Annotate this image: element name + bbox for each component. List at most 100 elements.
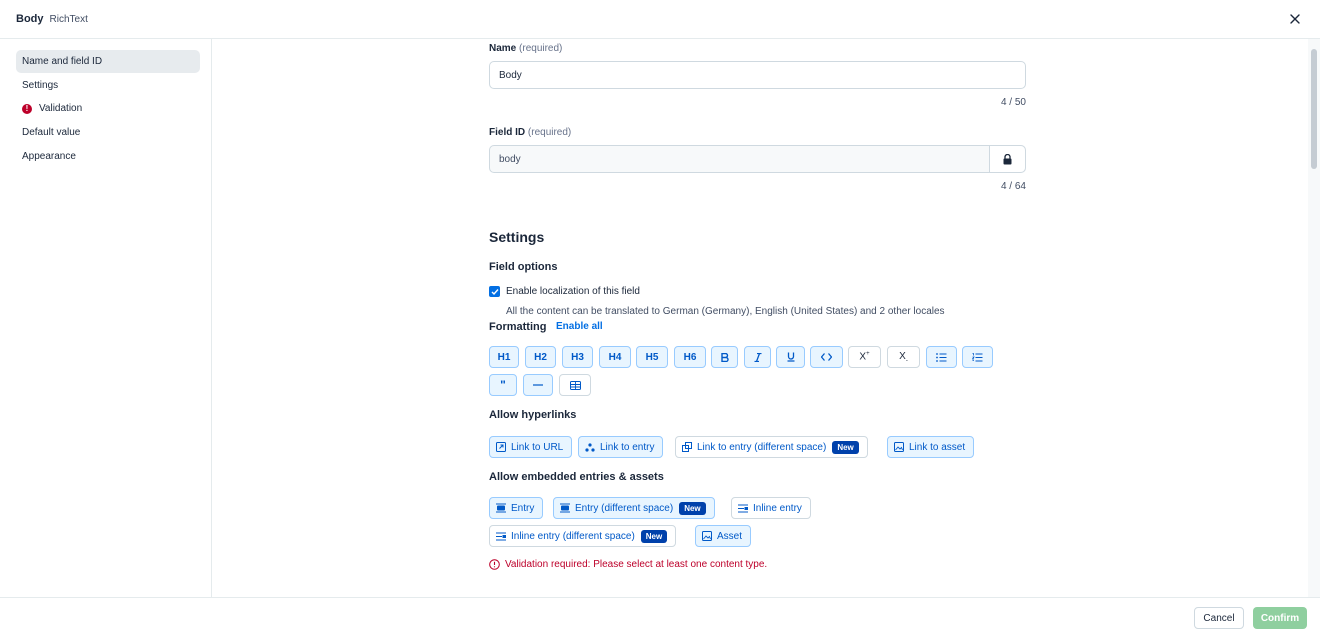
localization-label: Enable localization of this field bbox=[506, 286, 640, 297]
link-to-asset-chip[interactable]: Link to asset bbox=[887, 436, 975, 458]
sidebar-item-appearance[interactable]: Appearance bbox=[16, 145, 200, 168]
scrollbar[interactable] bbox=[1308, 39, 1320, 597]
settings-heading: Settings bbox=[489, 229, 545, 245]
format-bulleted-list-button[interactable] bbox=[926, 346, 957, 368]
confirm-button[interactable]: Confirm bbox=[1253, 607, 1307, 629]
format-numbered-list-button[interactable] bbox=[962, 346, 993, 368]
embedded-heading: Allow embedded entries & assets bbox=[489, 471, 664, 483]
sidebar-item-label: Validation bbox=[39, 103, 83, 115]
modal-title: Body bbox=[16, 13, 44, 25]
name-label-text: Name bbox=[489, 43, 517, 54]
field-id-value: body bbox=[499, 153, 521, 165]
modal-subtitle: RichText bbox=[49, 13, 88, 25]
link-to-asset-label: Link to asset bbox=[909, 441, 966, 453]
link-to-url-label: Link to URL bbox=[511, 441, 564, 453]
format-h6-button[interactable]: H6 bbox=[674, 346, 706, 368]
field-id-required: (required) bbox=[527, 127, 572, 138]
quote-icon: " bbox=[500, 378, 506, 392]
block-entry-icon bbox=[560, 503, 570, 513]
sidebar-item-default-value[interactable]: Default value bbox=[16, 121, 200, 144]
format-bold-button[interactable] bbox=[711, 346, 738, 368]
close-icon bbox=[1290, 14, 1300, 24]
format-h2-button[interactable]: H2 bbox=[525, 346, 556, 368]
field-id-label-text: Field ID bbox=[489, 127, 526, 138]
format-h5-button[interactable]: H5 bbox=[636, 346, 668, 368]
new-badge: New bbox=[679, 501, 706, 515]
format-quote-button[interactable]: " bbox=[489, 374, 517, 396]
main-panel: Name (required) Body 4 / 50 Field ID (re… bbox=[212, 39, 1308, 597]
format-superscript-button[interactable]: X+ bbox=[848, 346, 881, 368]
field-id-label: Field ID (required) bbox=[489, 127, 571, 138]
sidebar-item-name-and-field-id[interactable]: Name and field ID bbox=[16, 50, 200, 73]
image-icon bbox=[894, 442, 904, 452]
check-icon bbox=[491, 288, 499, 295]
numbered-list-icon bbox=[972, 352, 983, 362]
name-label: Name (required) bbox=[489, 43, 562, 54]
name-input[interactable]: Body bbox=[489, 61, 1026, 89]
name-input-value: Body bbox=[499, 69, 522, 81]
cancel-button[interactable]: Cancel bbox=[1194, 607, 1244, 629]
localization-checkbox[interactable] bbox=[489, 286, 500, 297]
localization-help: All the content can be translated to Ger… bbox=[506, 306, 945, 317]
field-options-heading: Field options bbox=[489, 261, 558, 273]
embedded-asset-chip[interactable]: Asset bbox=[695, 525, 752, 547]
enable-all-link[interactable]: Enable all bbox=[556, 321, 603, 332]
inline-entry-label: Inline entry bbox=[753, 502, 802, 514]
link-to-entry-different-space-chip[interactable]: Link to entry (different space) New bbox=[675, 436, 868, 458]
name-required: (required) bbox=[519, 43, 563, 54]
sidebar-item-settings[interactable]: Settings bbox=[16, 74, 200, 97]
close-button[interactable] bbox=[1286, 10, 1304, 28]
unlock-field-id-button[interactable] bbox=[989, 146, 1025, 172]
validation-error-text: Validation required: Please select at le… bbox=[505, 559, 768, 570]
modal-header: Body RichText bbox=[0, 0, 1320, 39]
format-h1-button[interactable]: H1 bbox=[489, 346, 519, 368]
error-icon: ! bbox=[22, 103, 32, 114]
embedded-entry-different-space-label: Entry (different space) bbox=[575, 502, 674, 514]
image-icon bbox=[702, 531, 712, 541]
format-h3-button[interactable]: H3 bbox=[562, 346, 593, 368]
link-to-entry-different-space-label: Link to entry (different space) bbox=[697, 441, 827, 453]
embedded-entry-chip[interactable]: Entry bbox=[489, 497, 544, 519]
inline-entry-different-space-chip[interactable]: Inline entry (different space) New bbox=[489, 525, 677, 547]
sidebar-item-label: Appearance bbox=[22, 150, 76, 162]
embedded-entry-different-space-chip[interactable]: Entry (different space) New bbox=[553, 497, 715, 519]
modal-footer: Cancel Confirm bbox=[0, 597, 1320, 636]
bulleted-list-icon bbox=[936, 352, 947, 362]
embedded-entry-label: Entry bbox=[511, 502, 535, 514]
link-to-entry-chip[interactable]: Link to entry bbox=[578, 436, 664, 458]
scrollbar-thumb[interactable] bbox=[1311, 49, 1317, 169]
block-entry-icon bbox=[496, 503, 506, 513]
link-to-url-chip[interactable]: Link to URL bbox=[489, 436, 573, 458]
sidebar-item-label: Settings bbox=[22, 79, 59, 91]
new-badge: New bbox=[640, 529, 668, 543]
formatting-heading: Formatting bbox=[489, 321, 547, 333]
inline-entry-chip[interactable]: Inline entry bbox=[731, 497, 811, 519]
new-badge: New bbox=[832, 440, 859, 454]
sidebar-nav: Name and field ID Settings ! Validation … bbox=[0, 39, 212, 597]
error-circle-icon bbox=[489, 559, 500, 570]
field-id-counter: 4 / 64 bbox=[1000, 181, 1026, 192]
table-icon bbox=[569, 380, 581, 390]
superscript-icon: X+ bbox=[859, 351, 870, 363]
format-italic-button[interactable] bbox=[744, 346, 771, 368]
hyperlinks-heading: Allow hyperlinks bbox=[489, 409, 577, 421]
underline-icon bbox=[787, 352, 794, 362]
validation-error: Validation required: Please select at le… bbox=[489, 559, 767, 570]
format-subscript-button[interactable]: X- bbox=[887, 346, 920, 368]
format-horizontal-rule-button[interactable] bbox=[523, 374, 553, 396]
format-h4-button[interactable]: H4 bbox=[599, 346, 631, 368]
name-counter: 4 / 50 bbox=[1000, 97, 1026, 108]
entry-structure-icon bbox=[585, 442, 595, 452]
cross-space-icon bbox=[682, 442, 692, 452]
external-link-icon bbox=[496, 442, 506, 452]
format-table-button[interactable] bbox=[559, 374, 591, 396]
format-code-button[interactable] bbox=[810, 346, 843, 368]
lock-icon bbox=[1003, 153, 1012, 164]
field-id-input[interactable]: body bbox=[489, 145, 1026, 173]
sidebar-item-validation[interactable]: ! Validation bbox=[16, 97, 200, 120]
format-underline-button[interactable] bbox=[776, 346, 805, 368]
link-to-entry-label: Link to entry bbox=[600, 441, 655, 453]
italic-icon bbox=[754, 352, 761, 362]
sidebar-item-label: Name and field ID bbox=[22, 56, 103, 67]
inline-entry-icon bbox=[738, 503, 748, 513]
